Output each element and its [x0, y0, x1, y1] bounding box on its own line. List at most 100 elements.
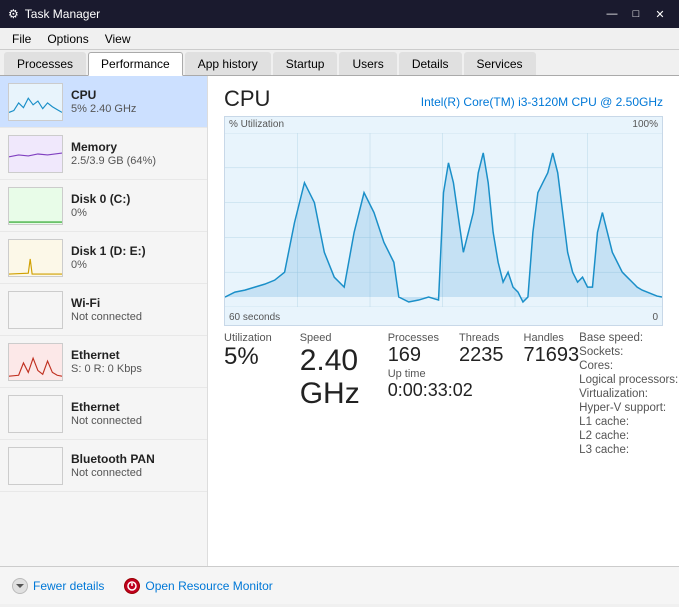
- threads-label: Threads: [459, 332, 504, 344]
- menu-options[interactable]: Options: [39, 28, 96, 49]
- bluetooth-name: Bluetooth PAN: [71, 452, 199, 466]
- close-button[interactable]: ✕: [649, 5, 671, 23]
- uptime-label: Up time: [388, 368, 579, 380]
- wifi-info: Wi-Fi Not connected: [71, 296, 199, 323]
- ethernet1-name: Ethernet: [71, 348, 199, 362]
- ethernet1-detail: S: 0 R: 0 Kbps: [71, 363, 199, 375]
- open-monitor-icon: [124, 578, 140, 594]
- open-monitor-button[interactable]: Open Resource Monitor: [124, 578, 272, 594]
- cpu-title: CPU: [224, 86, 270, 112]
- disk0-info: Disk 0 (C:) 0%: [71, 192, 199, 219]
- chart-zero-label: 0: [652, 312, 658, 323]
- right-panel: CPU Intel(R) Core(TM) i3-3120M CPU @ 2.5…: [208, 76, 679, 566]
- spec-cores: Cores: 2: [579, 360, 679, 372]
- spec-logical: Logical processors: 4: [579, 374, 679, 386]
- title-bar-left: ⚙ Task Manager: [8, 7, 100, 21]
- utilization-value: 5%: [224, 344, 272, 370]
- title-bar-controls: — □ ✕: [601, 5, 671, 23]
- disk1-thumb: [8, 239, 63, 277]
- ethernet2-name: Ethernet: [71, 400, 199, 414]
- wifi-thumb: [8, 291, 63, 329]
- cpu-model: Intel(R) Core(TM) i3-3120M CPU @ 2.50GHz: [421, 95, 663, 109]
- uptime-value: 0:00:33:02: [388, 380, 579, 401]
- fewer-details-icon: [12, 578, 28, 594]
- speed-block: Speed 2.40 GHz: [300, 332, 360, 458]
- tab-users[interactable]: Users: [339, 52, 396, 75]
- threads-value: 2235: [459, 344, 504, 366]
- handles-label: Handles: [524, 332, 580, 344]
- cpu-thumb: [8, 83, 63, 121]
- chart-time-label: 60 seconds: [229, 312, 280, 323]
- sidebar-item-bluetooth[interactable]: Bluetooth PAN Not connected: [0, 440, 207, 492]
- cpu-name: CPU: [71, 88, 199, 102]
- maximize-button[interactable]: □: [625, 5, 647, 23]
- ethernet2-detail: Not connected: [71, 415, 199, 427]
- memory-detail: 2.5/3.9 GB (64%): [71, 155, 199, 167]
- cpu-chart: % Utilization 100% 60 seconds 0: [224, 116, 663, 326]
- counts-block: Processes 169 Threads 2235 Handles 71693: [388, 332, 579, 458]
- tab-processes[interactable]: Processes: [4, 52, 86, 75]
- memory-name: Memory: [71, 140, 199, 154]
- cpu-detail: 5% 2.40 GHz: [71, 103, 199, 115]
- disk0-thumb: [8, 187, 63, 225]
- processes-label: Processes: [388, 332, 439, 344]
- processes-value: 169: [388, 344, 439, 366]
- uptime-block: Up time 0:00:33:02: [388, 368, 579, 401]
- spec-l1: L1 cache: 128 KB: [579, 416, 679, 428]
- processes-block: Processes 169: [388, 332, 439, 366]
- spec-sockets: Sockets: 1: [579, 346, 679, 358]
- minimize-button[interactable]: —: [601, 5, 623, 23]
- sidebar-item-memory[interactable]: Memory 2.5/3.9 GB (64%): [0, 128, 207, 180]
- spec-base-speed: Base speed: 2.50 GHz: [579, 332, 679, 344]
- utilization-block: Utilization 5%: [224, 332, 272, 458]
- tab-app-history[interactable]: App history: [185, 52, 271, 75]
- tab-startup[interactable]: Startup: [273, 52, 338, 75]
- handles-block: Handles 71693: [524, 332, 580, 366]
- sidebar-item-disk1[interactable]: Disk 1 (D: E:) 0%: [0, 232, 207, 284]
- sidebar-item-ethernet2[interactable]: Ethernet Not connected: [0, 388, 207, 440]
- speed-value: 2.40 GHz: [300, 344, 360, 410]
- sidebar-item-ethernet1[interactable]: Ethernet S: 0 R: 0 Kbps: [0, 336, 207, 388]
- title-bar: ⚙ Task Manager — □ ✕: [0, 0, 679, 28]
- memory-thumb: [8, 135, 63, 173]
- disk1-name: Disk 1 (D: E:): [71, 244, 199, 258]
- app-title: Task Manager: [25, 7, 100, 21]
- menu-bar: File Options View: [0, 28, 679, 50]
- sidebar-item-wifi[interactable]: Wi-Fi Not connected: [0, 284, 207, 336]
- threads-block: Threads 2235: [459, 332, 504, 366]
- spec-virt: Virtualization: Disabled: [579, 388, 679, 400]
- handles-value: 71693: [524, 344, 580, 366]
- menu-view[interactable]: View: [97, 28, 139, 49]
- bottom-bar: Fewer details Open Resource Monitor: [0, 566, 679, 604]
- wifi-name: Wi-Fi: [71, 296, 199, 310]
- speed-label: Speed: [300, 332, 360, 344]
- tab-services[interactable]: Services: [464, 52, 536, 75]
- tab-performance[interactable]: Performance: [88, 52, 183, 76]
- left-panel: CPU 5% 2.40 GHz Memory 2.5/3.9 GB (64%): [0, 76, 208, 566]
- bluetooth-detail: Not connected: [71, 467, 199, 479]
- sidebar-item-disk0[interactable]: Disk 0 (C:) 0%: [0, 180, 207, 232]
- left-stats: Utilization 5% Speed 2.40 GHz Processes …: [224, 332, 579, 458]
- fewer-details-label: Fewer details: [33, 579, 104, 593]
- disk0-detail: 0%: [71, 207, 199, 219]
- tabs-bar: Processes Performance App history Startu…: [0, 50, 679, 76]
- ethernet2-info: Ethernet Not connected: [71, 400, 199, 427]
- main-content: CPU 5% 2.40 GHz Memory 2.5/3.9 GB (64%): [0, 76, 679, 566]
- menu-file[interactable]: File: [4, 28, 39, 49]
- app-icon: ⚙: [8, 7, 19, 21]
- ethernet1-info: Ethernet S: 0 R: 0 Kbps: [71, 348, 199, 375]
- fewer-details-button[interactable]: Fewer details: [12, 578, 104, 594]
- disk1-detail: 0%: [71, 259, 199, 271]
- spec-l3: L3 cache: 3.0 MB: [579, 444, 679, 456]
- chart-utilization-label: % Utilization: [229, 119, 284, 130]
- specs-section: Base speed: 2.50 GHz Sockets: 1 Cores: 2…: [579, 332, 679, 458]
- sidebar-item-cpu[interactable]: CPU 5% 2.40 GHz: [0, 76, 207, 128]
- tab-details[interactable]: Details: [399, 52, 462, 75]
- ethernet1-thumb: [8, 343, 63, 381]
- counts-row: Processes 169 Threads 2235 Handles 71693: [388, 332, 579, 366]
- bluetooth-info: Bluetooth PAN Not connected: [71, 452, 199, 479]
- bluetooth-thumb: [8, 447, 63, 485]
- disk0-name: Disk 0 (C:): [71, 192, 199, 206]
- cpu-chart-svg: [225, 133, 662, 307]
- open-monitor-label: Open Resource Monitor: [145, 579, 272, 593]
